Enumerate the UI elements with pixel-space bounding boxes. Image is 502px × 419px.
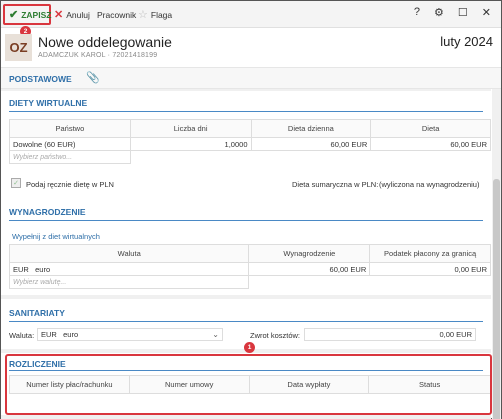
avatar: OZ bbox=[5, 34, 32, 61]
settlement-highlight bbox=[5, 354, 492, 415]
sum-diet-label: Dieta sumaryczna w PLN: bbox=[292, 180, 379, 189]
currency-name: euro bbox=[35, 264, 51, 274]
flag-button[interactable]: ☆ Flaga bbox=[138, 6, 172, 23]
virtual-diets-table: Państwo Liczba dni Dieta dzienna Dieta D… bbox=[9, 119, 491, 164]
cell-days[interactable]: 1,0000 bbox=[129, 137, 252, 151]
help-icon[interactable]: ? bbox=[414, 6, 420, 19]
refund-value: 0,00 EUR bbox=[439, 330, 472, 339]
cell-country[interactable]: Dowolne (60 EUR) bbox=[9, 137, 131, 151]
empty-cell bbox=[249, 276, 370, 289]
sanitary-currency-label: Waluta: bbox=[9, 331, 35, 340]
col-salary: Wynagrodzenie bbox=[248, 244, 371, 263]
scrollbar-thumb[interactable] bbox=[493, 179, 500, 419]
col-country: Państwo bbox=[9, 119, 131, 138]
restore-icon[interactable]: ☐ bbox=[458, 6, 468, 19]
sanitary-currency-select[interactable]: EUR euro ⌄ bbox=[37, 328, 223, 341]
col-diet: Dieta bbox=[370, 119, 491, 138]
refund-field[interactable]: 0,00 EUR bbox=[304, 328, 476, 341]
tab-basic[interactable]: PODSTAWOWE bbox=[9, 74, 72, 84]
sanitary-section: SANITARIATY bbox=[1, 299, 491, 349]
sanitary-currency-name: euro bbox=[63, 330, 79, 339]
paperclip-icon[interactable]: 📎 bbox=[86, 71, 100, 84]
worker-label: Pracownik bbox=[97, 9, 137, 20]
col-daily-diet: Dieta dzienna bbox=[250, 119, 372, 138]
cell-salary[interactable]: 60,00 EUR bbox=[248, 262, 371, 276]
period-date: luty 2024 bbox=[440, 34, 493, 49]
worker-button[interactable]: Pracownik bbox=[97, 6, 136, 23]
empty-cell bbox=[371, 151, 491, 164]
section-divider bbox=[9, 321, 483, 322]
toolbar: ✔ ZAPISZ ✕ Anuluj Pracownik ☆ Flaga ? ⚙ … bbox=[1, 1, 501, 28]
manual-diet-label: Podaj ręcznie dietę w PLN bbox=[26, 180, 114, 189]
cell-total: 60,00 EUR bbox=[370, 137, 491, 151]
cell-currency[interactable]: EUR euro bbox=[8, 262, 250, 276]
salary-title: WYNAGRODZENIE bbox=[9, 207, 86, 217]
gear-icon[interactable]: ⚙ bbox=[434, 6, 444, 19]
fill-from-diets-link[interactable]: Wypełnij z diet wirtualnych bbox=[12, 232, 100, 241]
close-icon[interactable]: ✕ bbox=[482, 6, 491, 19]
cancel-button[interactable]: ✕ Anuluj bbox=[54, 6, 90, 23]
table-row-new[interactable]: Wybierz walutę... bbox=[8, 275, 491, 289]
manual-diet-checkbox[interactable]: ✓ bbox=[11, 178, 21, 188]
empty-cell bbox=[251, 151, 371, 164]
salary-table: Waluta Wynagrodzenie Podatek płacony za … bbox=[8, 244, 491, 289]
col-foreign-tax: Podatek płacony za granicą bbox=[369, 244, 491, 263]
table-row[interactable]: Dowolne (60 EUR) 1,0000 60,00 EUR 60,00 … bbox=[9, 137, 491, 151]
sum-diet-value: (wyliczona na wynagrodzeniu) bbox=[379, 180, 480, 189]
tab-bar: PODSTAWOWE 📎 bbox=[1, 67, 501, 89]
col-currency: Waluta bbox=[8, 244, 250, 263]
col-days: Liczba dni bbox=[129, 119, 252, 138]
checkmark-icon: ✔ bbox=[9, 9, 19, 21]
empty-cell bbox=[130, 151, 251, 164]
section-divider bbox=[9, 111, 483, 112]
currency-code: EUR bbox=[13, 264, 29, 274]
currency-placeholder[interactable]: Wybierz walutę... bbox=[8, 275, 250, 289]
section-divider bbox=[9, 220, 483, 221]
window: ✔ ZAPISZ ✕ Anuluj Pracownik ☆ Flaga ? ⚙ … bbox=[0, 0, 502, 419]
table-row-new[interactable]: Wybierz państwo... bbox=[9, 150, 491, 164]
cell-tax[interactable]: 0,00 EUR bbox=[369, 262, 491, 276]
sanitary-currency-code: EUR bbox=[41, 330, 57, 339]
refund-label: Zwrot kosztów: bbox=[250, 331, 301, 340]
sanitary-currency-value: EUR euro bbox=[41, 330, 78, 339]
table-row[interactable]: EUR euro 60,00 EUR 0,00 EUR bbox=[8, 262, 491, 276]
star-icon: ☆ bbox=[138, 9, 148, 21]
window-controls: ? ⚙ ☐ ✕ bbox=[414, 6, 491, 19]
page-title: Nowe oddelegowanie bbox=[38, 34, 172, 50]
country-placeholder[interactable]: Wybierz państwo... bbox=[9, 150, 131, 164]
flag-label: Flaga bbox=[150, 9, 173, 20]
sanitary-title: SANITARIATY bbox=[9, 308, 65, 318]
virtual-diets-title: DIETY WIRTUALNE bbox=[9, 98, 88, 108]
close-x-icon: ✕ bbox=[54, 9, 64, 21]
annotation-badge-1: 1 bbox=[244, 342, 255, 353]
empty-cell bbox=[370, 276, 491, 289]
save-button[interactable]: ✔ ZAPISZ bbox=[3, 4, 51, 25]
chevron-down-icon: ⌄ bbox=[212, 330, 219, 339]
save-label: ZAPISZ bbox=[21, 9, 52, 20]
vertical-scrollbar[interactable] bbox=[492, 89, 501, 419]
cell-daily: 60,00 EUR bbox=[250, 137, 372, 151]
cancel-label: Anuluj bbox=[66, 9, 90, 20]
employee-subtitle: ADAMCZUK KAROL · 72021418199 bbox=[38, 52, 158, 59]
